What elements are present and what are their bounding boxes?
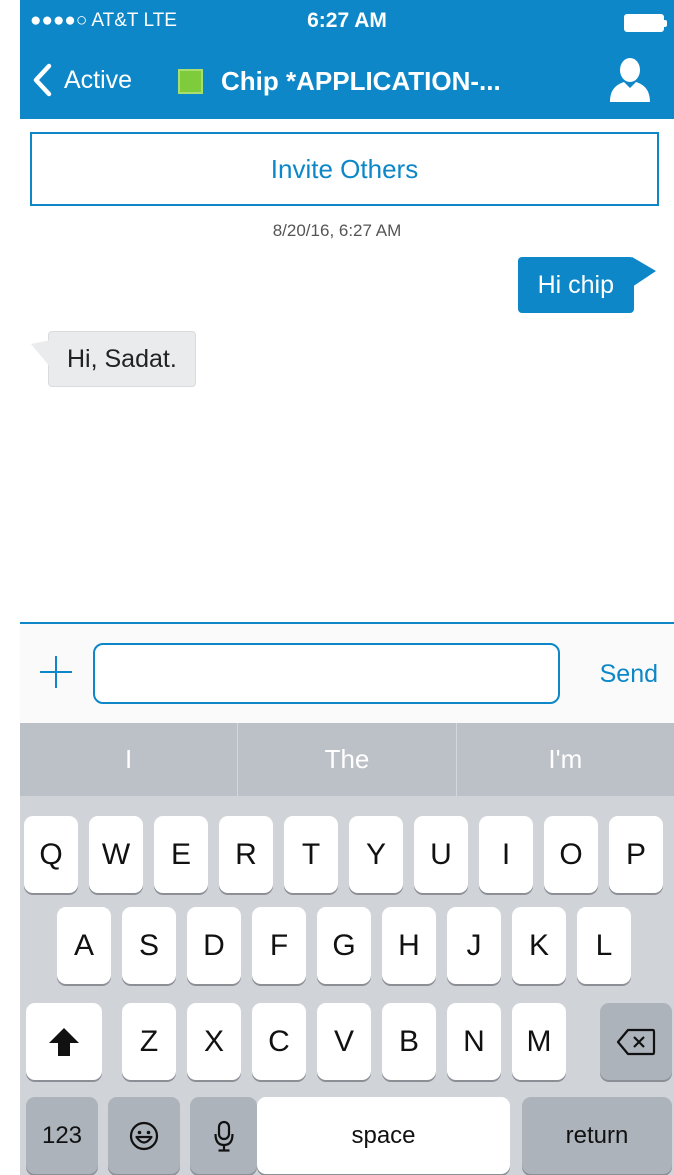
emoji-key[interactable] [108, 1097, 180, 1174]
key-o[interactable]: O [544, 816, 598, 893]
outgoing-message[interactable]: Hi chip [517, 257, 656, 313]
message-text: Hi chip [537, 270, 614, 299]
suggestion-bar: I The I'm [20, 723, 674, 796]
suggestion-item[interactable]: I [20, 723, 239, 796]
key-t[interactable]: T [284, 816, 338, 893]
space-key[interactable]: space [257, 1097, 510, 1174]
bubble-tail [632, 257, 656, 287]
send-button[interactable]: Send [600, 660, 658, 689]
key-f[interactable]: F [252, 907, 306, 984]
key-b[interactable]: B [382, 1003, 436, 1080]
suggestion-item[interactable]: I'm [457, 723, 674, 796]
key-r[interactable]: R [219, 816, 273, 893]
message-input[interactable] [93, 643, 560, 704]
microphone-icon [213, 1120, 234, 1152]
emoji-icon [129, 1121, 159, 1150]
nav-bar: Active Chip *APPLICATION-... [20, 44, 674, 119]
key-v[interactable]: V [317, 1003, 371, 1080]
key-a[interactable]: A [57, 907, 111, 984]
incoming-message[interactable]: Hi, Sadat. [31, 331, 196, 387]
key-g[interactable]: G [317, 907, 371, 984]
conversation-title: Chip *APPLICATION-... [178, 62, 501, 100]
message-timestamp: 8/20/16, 6:27 AM [272, 221, 402, 240]
battery-icon [624, 14, 667, 32]
status-bar: ●●●●○ AT&T LTE 6:27 AM [20, 0, 674, 44]
return-key[interactable]: return [522, 1097, 672, 1174]
key-n[interactable]: N [447, 1003, 501, 1080]
invite-others-button[interactable]: Invite Others [30, 132, 659, 206]
keyboard: I The I'm Q W E R T Y U I O P A S D F G … [20, 723, 674, 1175]
suggestion-item[interactable]: The [238, 723, 457, 796]
chevron-left-icon [33, 63, 52, 97]
profile-icon[interactable] [608, 56, 652, 102]
backspace-icon [616, 1028, 656, 1055]
key-q[interactable]: Q [24, 816, 78, 893]
presence-status-icon [178, 68, 203, 94]
back-label: Active [64, 65, 133, 94]
key-s[interactable]: S [122, 907, 176, 984]
back-button[interactable]: Active [32, 60, 132, 100]
bubble-tail [31, 340, 51, 368]
key-m[interactable]: M [512, 1003, 566, 1080]
message-composer: Send [20, 622, 674, 723]
key-i[interactable]: I [479, 816, 533, 893]
key-d[interactable]: D [187, 907, 241, 984]
plus-icon[interactable] [36, 652, 76, 692]
dictation-key[interactable] [190, 1097, 257, 1174]
key-k[interactable]: K [512, 907, 566, 984]
key-y[interactable]: Y [349, 816, 403, 893]
key-j[interactable]: J [447, 907, 501, 984]
key-c[interactable]: C [252, 1003, 306, 1080]
key-p[interactable]: P [609, 816, 663, 893]
key-z[interactable]: Z [122, 1003, 176, 1080]
key-h[interactable]: H [382, 907, 436, 984]
app-header: ●●●●○ AT&T LTE 6:27 AM Active Chip *APPLI… [20, 0, 674, 119]
shift-arrow-icon [49, 1027, 79, 1056]
shift-key[interactable] [26, 1003, 102, 1080]
status-time: 6:27 AM [307, 9, 387, 32]
key-u[interactable]: U [414, 816, 468, 893]
key-w[interactable]: W [89, 816, 143, 893]
message-text: Hi, Sadat. [67, 344, 177, 373]
key-x[interactable]: X [187, 1003, 241, 1080]
key-e[interactable]: E [154, 816, 208, 893]
contact-name: Chip *APPLICATION-... [221, 65, 501, 96]
key-l[interactable]: L [577, 907, 631, 984]
backspace-key[interactable] [600, 1003, 672, 1080]
numbers-key[interactable]: 123 [26, 1097, 98, 1174]
